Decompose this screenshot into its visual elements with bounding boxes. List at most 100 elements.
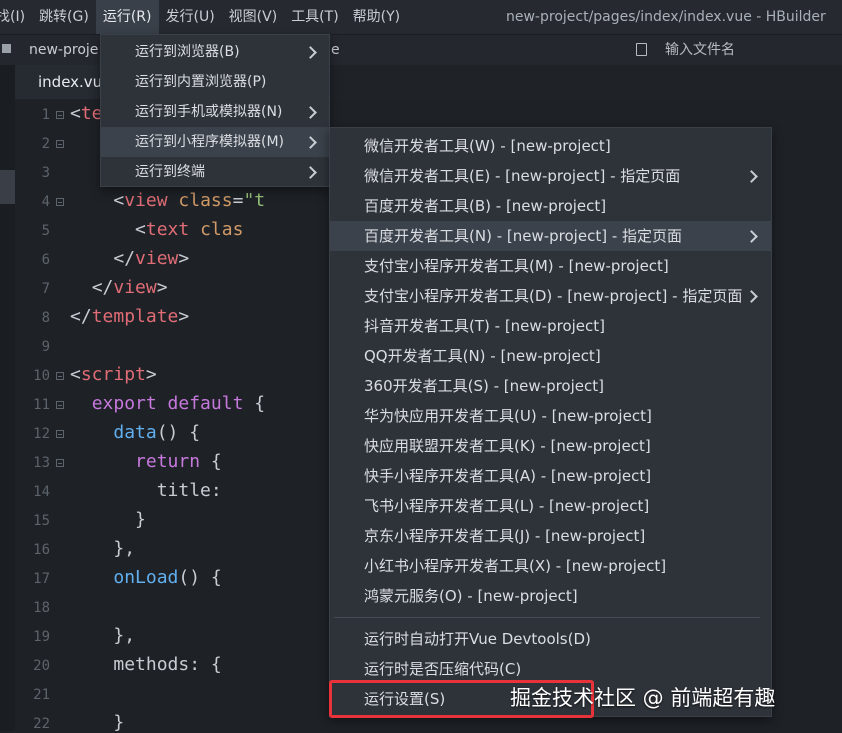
left-edge-panel xyxy=(0,65,15,731)
line-number: 13 xyxy=(33,455,50,471)
menu-goto[interactable]: 跳转(G) xyxy=(32,0,96,34)
fold-marker-icon[interactable] xyxy=(56,140,64,148)
line-number: 3 xyxy=(41,165,50,181)
miniprogram-submenu: 微信开发者工具(W) - [new-project] 微信开发者工具(E) - … xyxy=(329,127,772,717)
menu-item-douyin-devtools[interactable]: 抖音开发者工具(T) - [new-project] xyxy=(330,311,771,341)
fold-marker-icon[interactable] xyxy=(56,111,64,119)
line-number: 12 xyxy=(33,426,50,442)
menu-item-label: 运行到手机或模拟器(N) xyxy=(135,104,283,120)
menu-item-huawei-quickapp-devtools[interactable]: 华为快应用开发者工具(U) - [new-project] xyxy=(330,401,771,431)
line-number: 19 xyxy=(33,629,50,645)
editor-tab-index-vue[interactable]: index.vu xyxy=(15,65,105,99)
project-tab[interactable]: new-proje xyxy=(29,35,98,65)
code-line: <text clas xyxy=(135,219,244,240)
menu-item-xiaohongshu-devtools[interactable]: 小红书小程序开发者工具(X) - [new-project] xyxy=(330,551,771,581)
menu-run[interactable]: 运行(R) xyxy=(95,0,159,34)
menu-item-kuaishou-devtools[interactable]: 快手小程序开发者工具(A) - [new-project] xyxy=(330,461,771,491)
menu-item-run-to-phone-emulator[interactable]: 运行到手机或模拟器(N) xyxy=(101,97,329,127)
chevron-right-icon xyxy=(304,46,317,59)
menu-item-baidu-devtools[interactable]: 百度开发者工具(B) - [new-project] xyxy=(330,191,771,221)
menu-item-360-devtools[interactable]: 360开发者工具(S) - [new-project] xyxy=(330,371,771,401)
toolbar-text-fragment: e xyxy=(331,42,340,58)
line-number: 10 xyxy=(33,368,50,384)
line-number: 17 xyxy=(33,571,50,587)
menu-item-label: QQ开发者工具(N) - [new-project] xyxy=(364,347,601,365)
run-menu: 运行到浏览器(B) 运行到内置浏览器(P) 运行到手机或模拟器(N) 运行到小程… xyxy=(100,34,330,187)
menu-item-quickapp-alliance-devtools[interactable]: 快应用联盟开发者工具(K) - [new-project] xyxy=(330,431,771,461)
menu-item-run-to-miniprogram[interactable]: 运行到小程序模拟器(M) xyxy=(101,127,329,157)
menu-item-wechat-devtools[interactable]: 微信开发者工具(W) - [new-project] xyxy=(330,131,771,161)
line-number: 7 xyxy=(41,281,50,297)
menu-item-label: 百度开发者工具(N) - [new-project] - 指定页面 xyxy=(364,227,683,245)
menu-view[interactable]: 视图(V) xyxy=(222,0,285,34)
line-number: 20 xyxy=(33,658,50,674)
line-number: 16 xyxy=(33,542,50,558)
line-number: 14 xyxy=(33,484,50,500)
menu-item-label: 微信开发者工具(W) - [new-project] xyxy=(364,137,611,155)
line-number: 4 xyxy=(41,194,50,210)
fold-marker-icon[interactable] xyxy=(56,372,64,380)
menu-item-label: 支付宝小程序开发者工具(M) - [new-project] xyxy=(364,257,669,275)
menu-item-label: 飞书小程序开发者工具(L) - [new-project] xyxy=(364,497,650,515)
chevron-right-icon xyxy=(304,106,317,119)
menu-item-label: 鸿蒙元服务(O) - [new-project] xyxy=(364,587,578,605)
code-line: } xyxy=(135,509,146,530)
menu-separator xyxy=(334,617,760,618)
code-line: </template> xyxy=(70,306,190,327)
line-number: 6 xyxy=(41,252,50,268)
line-number: 15 xyxy=(33,513,50,529)
menu-find[interactable]: 找(I) xyxy=(0,0,32,34)
menu-item-label: 运行到小程序模拟器(M) xyxy=(135,134,285,150)
watermark: 掘金技术社区 @ 前端超有趣 xyxy=(510,686,776,710)
menu-item-run-to-builtin-browser[interactable]: 运行到内置浏览器(P) xyxy=(101,67,329,97)
menu-item-label: 小红书小程序开发者工具(X) - [new-project] xyxy=(364,557,667,575)
menu-item-label: 快手小程序开发者工具(A) - [new-project] xyxy=(364,467,652,485)
menu-item-run-to-browser[interactable]: 运行到浏览器(B) xyxy=(101,37,329,67)
code-line: onLoad() { xyxy=(113,567,222,588)
menu-item-run-to-terminal[interactable]: 运行到终端 xyxy=(101,157,329,187)
menu-item-harmony-atomic-service[interactable]: 鸿蒙元服务(O) - [new-project] xyxy=(330,581,771,611)
fold-marker-icon[interactable] xyxy=(56,459,64,467)
menu-tools[interactable]: 工具(T) xyxy=(284,0,345,34)
code-line: </view> xyxy=(113,248,190,269)
menu-item-feishu-devtools[interactable]: 飞书小程序开发者工具(L) - [new-project] xyxy=(330,491,771,521)
menu-item-qq-devtools[interactable]: QQ开发者工具(N) - [new-project] xyxy=(330,341,771,371)
menu-item-jd-devtools[interactable]: 京东小程序开发者工具(J) - [new-project] xyxy=(330,521,771,551)
code-line: <script> xyxy=(70,364,157,385)
menu-item-baidu-devtools-page[interactable]: 百度开发者工具(N) - [new-project] - 指定页面 xyxy=(330,221,771,251)
menu-item-wechat-devtools-page[interactable]: 微信开发者工具(E) - [new-project] - 指定页面 xyxy=(330,161,771,191)
line-number: 1 xyxy=(41,107,50,123)
fold-marker-icon[interactable] xyxy=(56,198,64,206)
menu-item-label: 快应用联盟开发者工具(K) - [new-project] xyxy=(364,437,651,455)
line-number: 9 xyxy=(41,339,50,355)
menu-item-label: 华为快应用开发者工具(U) - [new-project] xyxy=(364,407,652,425)
fold-marker-icon[interactable] xyxy=(56,401,64,409)
menu-item-label: 运行到内置浏览器(P) xyxy=(135,74,267,90)
file-search-input[interactable]: 输入文件名 xyxy=(665,35,735,65)
code-line: title: xyxy=(156,480,222,501)
menu-item-alipay-devtools-page[interactable]: 支付宝小程序开发者工具(D) - [new-project] - 指定页面 xyxy=(330,281,771,311)
line-number: 2 xyxy=(41,136,50,152)
menu-publish[interactable]: 发行(U) xyxy=(159,0,222,34)
left-edge-marker xyxy=(0,170,15,204)
menu-item-auto-open-vue-devtools[interactable]: 运行时自动打开Vue Devtools(D) xyxy=(330,624,771,654)
code-line: data() { xyxy=(113,422,201,443)
menu-item-label: 支付宝小程序开发者工具(D) - [new-project] - 指定页面 xyxy=(364,287,743,305)
menu-item-label: 运行到终端 xyxy=(135,164,205,180)
code-line: export default { xyxy=(91,393,266,414)
line-number: 8 xyxy=(41,310,50,326)
line-number: 11 xyxy=(33,397,50,413)
code-line: </view> xyxy=(91,277,168,298)
menu-help[interactable]: 帮助(Y) xyxy=(346,0,407,34)
code-line: return { xyxy=(135,451,222,472)
menu-item-label: 运行时自动打开Vue Devtools(D) xyxy=(364,630,591,648)
menu-item-alipay-devtools[interactable]: 支付宝小程序开发者工具(M) - [new-project] xyxy=(330,251,771,281)
fold-marker-icon[interactable] xyxy=(56,430,64,438)
menu-item-label: 百度开发者工具(B) - [new-project] xyxy=(364,197,607,215)
code-line: <te xyxy=(70,103,103,124)
line-number: 21 xyxy=(33,687,50,703)
menu-item-label: 运行到浏览器(B) xyxy=(135,44,240,60)
chevron-right-icon xyxy=(745,290,758,303)
line-number: 22 xyxy=(33,716,50,732)
code-line: <view class="t xyxy=(113,190,266,211)
